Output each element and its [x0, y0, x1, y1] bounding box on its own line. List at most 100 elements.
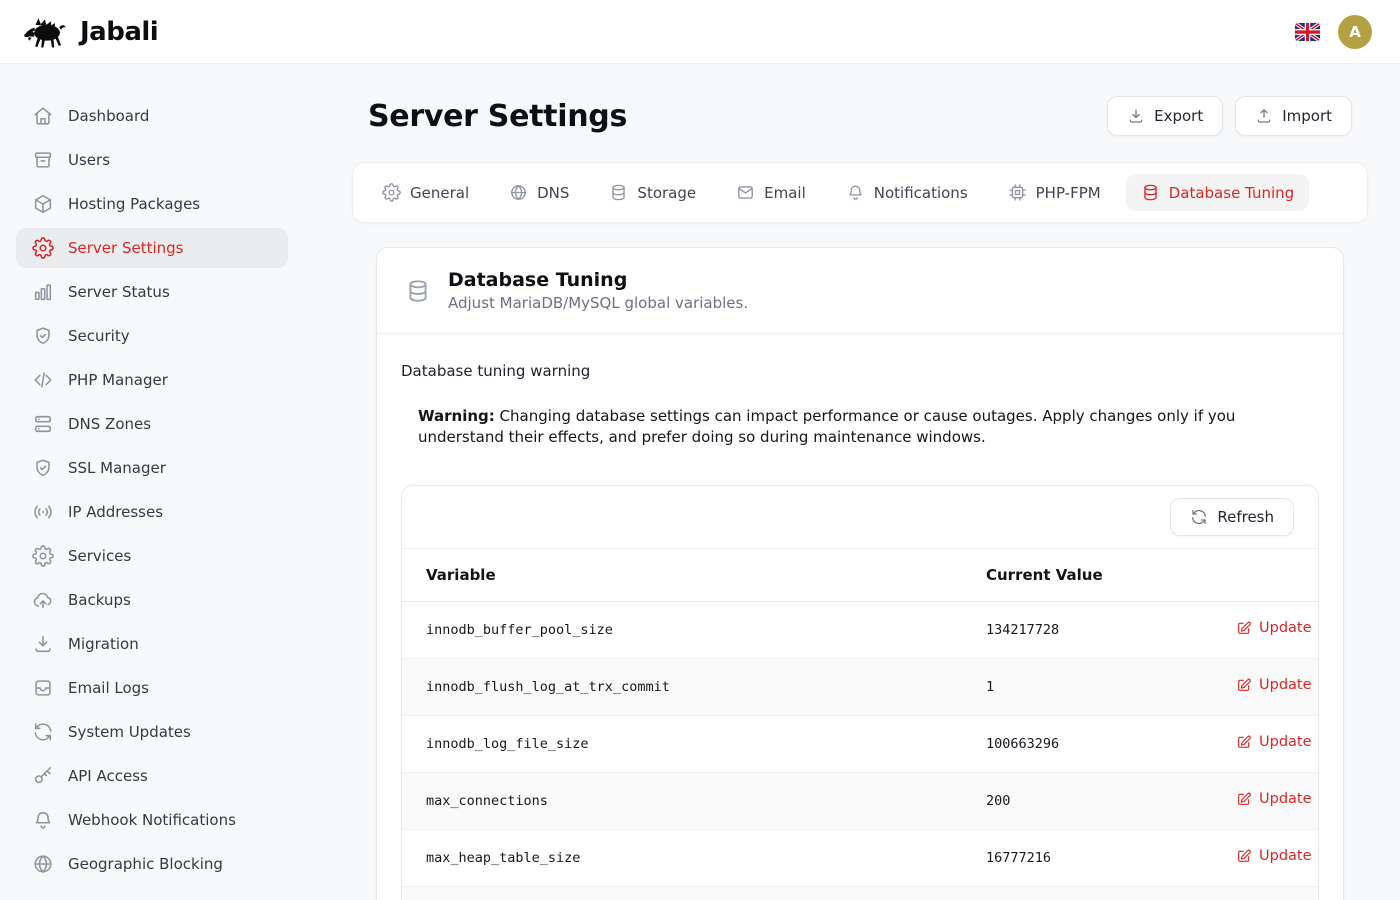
action-cell: Update	[1212, 773, 1318, 830]
update-link[interactable]: Update	[1236, 620, 1312, 636]
warning-paragraph: Warning: Changing database settings can …	[418, 406, 1318, 447]
variable-cell: tmp_table_size	[402, 887, 962, 900]
sidebar-item-webhook-notifications[interactable]: Webhook Notifications	[16, 800, 288, 840]
sidebar-item-system-updates[interactable]: System Updates	[16, 712, 288, 752]
chart-bars-icon	[32, 281, 54, 303]
top-bar: Jabali A	[0, 0, 1400, 64]
database-tuning-panel: Database Tuning Adjust MariaDB/MySQL glo…	[376, 247, 1344, 900]
export-button[interactable]: Export	[1107, 96, 1223, 136]
tab-dns[interactable]: DNS	[494, 174, 584, 211]
sidebar-item-dashboard[interactable]: Dashboard	[16, 96, 288, 136]
edit-icon	[1236, 677, 1252, 693]
uk-flag-icon[interactable]	[1295, 23, 1320, 41]
app-shell: Dashboard Users Hosting Packages Server …	[0, 64, 1400, 900]
gear-icon	[32, 237, 54, 259]
key-icon	[32, 765, 54, 787]
page-title: Server Settings	[368, 99, 627, 134]
shield-check-icon	[32, 457, 54, 479]
refresh-button[interactable]: Refresh	[1170, 498, 1294, 536]
update-label: Update	[1259, 848, 1312, 864]
sidebar-item-ip-addresses[interactable]: IP Addresses	[16, 492, 288, 532]
warning-label: Database tuning warning	[401, 362, 1319, 380]
variable-cell: innodb_buffer_pool_size	[402, 602, 962, 659]
update-link[interactable]: Update	[1236, 734, 1312, 750]
value-cell: 16777216	[962, 830, 1212, 887]
envelope-icon	[736, 183, 755, 202]
archive-icon	[32, 149, 54, 171]
tab-label: Email	[764, 184, 806, 202]
database-icon	[609, 183, 628, 202]
tab-php-fpm[interactable]: PHP-FPM	[993, 174, 1116, 211]
refresh-label: Refresh	[1217, 508, 1274, 526]
code-icon	[32, 369, 54, 391]
sidebar-item-server-settings[interactable]: Server Settings	[16, 228, 288, 268]
column-actions	[1212, 549, 1318, 602]
warning-bold: Warning:	[418, 407, 495, 425]
sidebar-item-label: Email Logs	[68, 679, 149, 697]
panel-title: Database Tuning	[448, 269, 748, 291]
avatar[interactable]: A	[1338, 15, 1372, 49]
table-row: innodb_flush_log_at_trx_commit 1 Update	[402, 659, 1318, 716]
tab-storage[interactable]: Storage	[594, 174, 711, 211]
download-tray-icon	[32, 633, 54, 655]
sidebar-item-migration[interactable]: Migration	[16, 624, 288, 664]
update-link[interactable]: Update	[1236, 677, 1312, 693]
value-cell: 1	[962, 659, 1212, 716]
panel-subtitle: Adjust MariaDB/MySQL global variables.	[448, 294, 748, 312]
tab-database-tuning[interactable]: Database Tuning	[1126, 174, 1309, 211]
sidebar-item-ssl-manager[interactable]: SSL Manager	[16, 448, 288, 488]
variable-cell: innodb_log_file_size	[402, 716, 962, 773]
tab-notifications[interactable]: Notifications	[831, 174, 983, 211]
brand[interactable]: Jabali	[24, 14, 158, 50]
sidebar-item-hosting-packages[interactable]: Hosting Packages	[16, 184, 288, 224]
table-row: max_connections 200 Update	[402, 773, 1318, 830]
sidebar-item-backups[interactable]: Backups	[16, 580, 288, 620]
sidebar-item-email-logs[interactable]: Email Logs	[16, 668, 288, 708]
main-content: Server Settings Export Import General	[304, 64, 1400, 900]
cpu-icon	[1008, 183, 1027, 202]
action-cell: Update	[1212, 887, 1318, 900]
value-cell: 200	[962, 773, 1212, 830]
sidebar-item-server-status[interactable]: Server Status	[16, 272, 288, 312]
variable-cell: max_heap_table_size	[402, 830, 962, 887]
update-link[interactable]: Update	[1236, 791, 1312, 807]
database-icon	[1141, 183, 1160, 202]
sidebar-item-label: Security	[68, 327, 130, 345]
sidebar-item-php-manager[interactable]: PHP Manager	[16, 360, 288, 400]
sidebar-item-security[interactable]: Security	[16, 316, 288, 356]
tab-general[interactable]: General	[367, 174, 484, 211]
gear-icon	[32, 545, 54, 567]
globe-icon	[509, 183, 528, 202]
sidebar-item-dns-zones[interactable]: DNS Zones	[16, 404, 288, 444]
import-button[interactable]: Import	[1235, 96, 1352, 136]
sidebar-item-label: DNS Zones	[68, 415, 151, 433]
table-header-row: Variable Current Value	[402, 549, 1318, 602]
settings-tabbar: General DNS Storage Email	[352, 162, 1368, 223]
sidebar-item-geographic-blocking[interactable]: Geographic Blocking	[16, 844, 288, 884]
sidebar-item-label: Dashboard	[68, 107, 149, 125]
action-cell: Update	[1212, 602, 1318, 659]
sidebar-item-label: PHP Manager	[68, 371, 168, 389]
inbox-icon	[32, 677, 54, 699]
tab-email[interactable]: Email	[721, 174, 821, 211]
sidebar-item-users[interactable]: Users	[16, 140, 288, 180]
sidebar-item-api-access[interactable]: API Access	[16, 756, 288, 796]
server-stack-icon	[32, 413, 54, 435]
variables-table: Variable Current Value innodb_buffer_poo…	[402, 548, 1318, 900]
sidebar: Dashboard Users Hosting Packages Server …	[0, 64, 304, 900]
table-row: innodb_log_file_size 100663296 Update	[402, 716, 1318, 773]
variable-cell: max_connections	[402, 773, 962, 830]
home-icon	[32, 105, 54, 127]
update-link[interactable]: Update	[1236, 848, 1312, 864]
refresh-icon	[1190, 508, 1208, 526]
sidebar-item-label: API Access	[68, 767, 148, 785]
shield-check-icon	[32, 325, 54, 347]
sidebar-item-services[interactable]: Services	[16, 536, 288, 576]
gear-icon	[382, 183, 401, 202]
update-label: Update	[1259, 677, 1312, 693]
download-icon	[1127, 107, 1145, 125]
sidebar-item-label: Hosting Packages	[68, 195, 200, 213]
sidebar-item-label: Webhook Notifications	[68, 811, 236, 829]
tab-label: DNS	[537, 184, 569, 202]
sidebar-item-label: System Updates	[68, 723, 191, 741]
